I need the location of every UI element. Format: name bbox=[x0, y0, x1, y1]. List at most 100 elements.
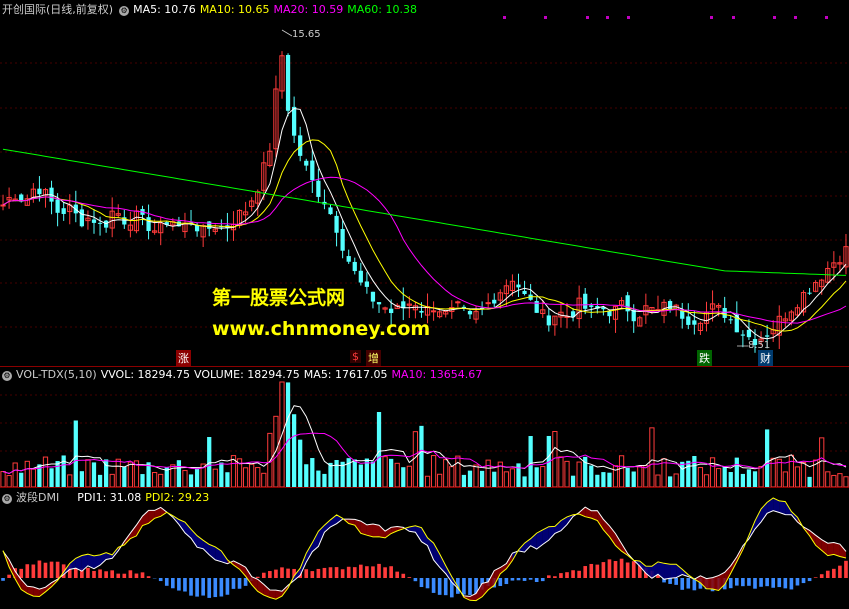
volume-bar-up bbox=[43, 457, 47, 487]
ma20-readout: MA20: 10.59 bbox=[274, 3, 344, 16]
volume-bar-up bbox=[250, 464, 254, 487]
settings-gear-icon[interactable]: ⚙ bbox=[119, 6, 129, 16]
settings-gear-icon[interactable]: ⚙ bbox=[2, 371, 12, 381]
candle-body-up bbox=[486, 303, 490, 304]
dmi-bar-down bbox=[523, 578, 527, 581]
dmi-bar-down bbox=[1, 578, 5, 581]
dmi-bar-up bbox=[395, 572, 399, 578]
dmi-fill bbox=[840, 544, 846, 558]
dmi-bar-up bbox=[341, 569, 345, 578]
tag-dollar[interactable]: $ bbox=[350, 350, 361, 363]
candle-body-down bbox=[353, 262, 357, 271]
dmi-bar-up bbox=[844, 561, 848, 578]
volume-panel[interactable]: ⚙VOL-TDX(5,10)VVOL: 18294.75VOLUME: 1829… bbox=[0, 366, 849, 487]
dmi-indicator[interactable] bbox=[0, 488, 849, 609]
dmi-bar-down bbox=[680, 578, 684, 590]
dmi-fill bbox=[373, 524, 379, 537]
volume-bar-up bbox=[1, 472, 5, 487]
volume-bar-down bbox=[692, 456, 696, 487]
volume-bar-up bbox=[31, 469, 35, 487]
candle-body-down bbox=[80, 209, 84, 226]
candle-body-down bbox=[55, 200, 59, 213]
dmi-bar-up bbox=[50, 562, 54, 578]
dmi-bar-up bbox=[820, 574, 824, 578]
volume-bar-down bbox=[492, 472, 496, 487]
dmi-bar-up bbox=[147, 576, 151, 578]
price-chart-panel[interactable]: 开创国际(日线,前复权)⚙MA5: 10.76MA10: 10.65MA20: … bbox=[0, 0, 849, 366]
dmi-bar-up bbox=[553, 576, 557, 578]
dmi-bar-down bbox=[541, 578, 545, 581]
volume-bar-down bbox=[571, 476, 575, 487]
dmi-bar-up bbox=[38, 561, 42, 578]
candle-body-down bbox=[741, 334, 745, 335]
dmi-bar-up bbox=[310, 571, 314, 578]
volume-readout: VOLUME: 18294.75 bbox=[194, 368, 300, 381]
dmi-bar-up bbox=[826, 571, 830, 578]
stock-title: 开创国际(日线,前复权) bbox=[2, 3, 113, 16]
candle-body-up bbox=[1, 205, 5, 206]
dmi-bar-down bbox=[414, 578, 418, 581]
dmi-bar-up bbox=[408, 577, 412, 578]
volume-bar-down bbox=[807, 477, 811, 487]
tag-zeng[interactable]: 增 bbox=[366, 350, 381, 366]
dmi-bar-up bbox=[25, 564, 29, 578]
volume-bar-up bbox=[262, 473, 266, 487]
dmi-bar-down bbox=[686, 578, 690, 589]
volume-bar-up bbox=[716, 469, 720, 487]
volume-bar-up bbox=[128, 462, 132, 487]
volume-bar-up bbox=[183, 471, 187, 487]
dmi-bar-down bbox=[159, 578, 163, 581]
dmi-bar-down bbox=[226, 578, 230, 595]
signal-dot bbox=[627, 16, 630, 19]
dmi-bar-down bbox=[232, 578, 236, 589]
dmi-bar-down bbox=[784, 578, 788, 588]
volume-bar-up bbox=[444, 460, 448, 487]
volume-bar-down bbox=[371, 462, 375, 487]
volume-bar-down bbox=[55, 461, 59, 487]
volume-bar-down bbox=[601, 472, 605, 487]
candle-body-down bbox=[686, 316, 690, 324]
volume-bar-down bbox=[535, 467, 539, 487]
watermark-title: 第一股票公式网 bbox=[212, 283, 345, 310]
volume-bar-up bbox=[838, 474, 842, 487]
dmi-panel[interactable]: ⚙波段DMIPDI1: 31.08PDI2: 29.23 bbox=[0, 487, 849, 609]
tag-zhang[interactable]: 涨 bbox=[176, 350, 191, 366]
volume-bar-up bbox=[759, 466, 763, 487]
volume-bar-up bbox=[650, 428, 654, 487]
dmi-bar-up bbox=[74, 568, 78, 578]
dmi-bar-down bbox=[529, 578, 533, 580]
dmi-bar-up bbox=[19, 569, 23, 578]
volume-bar-down bbox=[729, 472, 733, 487]
dmi-bar-up bbox=[44, 563, 48, 578]
volume-bar-down bbox=[328, 463, 332, 487]
dmi-bar-up bbox=[401, 574, 405, 578]
price-header: 开创国际(日线,前复权)⚙MA5: 10.76MA10: 10.65MA20: … bbox=[2, 1, 421, 17]
tag-die[interactable]: 跌 bbox=[697, 350, 712, 366]
dmi-bar-down bbox=[165, 578, 169, 586]
candle-body-down bbox=[328, 207, 332, 214]
volume-bar-down bbox=[219, 463, 223, 487]
candlestick-chart[interactable] bbox=[0, 0, 849, 366]
dmi-fill bbox=[664, 563, 670, 579]
volume-bar-up bbox=[456, 456, 460, 487]
dmi-bar-up bbox=[268, 571, 272, 578]
signal-dot bbox=[710, 16, 713, 19]
dmi-bar-up bbox=[632, 561, 636, 578]
volume-bars[interactable] bbox=[0, 367, 849, 487]
settings-gear-icon[interactable]: ⚙ bbox=[2, 494, 12, 504]
volume-bar-up bbox=[559, 457, 563, 487]
dmi-fill bbox=[670, 564, 676, 578]
volume-bar-up bbox=[159, 474, 163, 487]
volume-bar-down bbox=[468, 471, 472, 487]
dmi-bar-up bbox=[383, 567, 387, 578]
volume-bar-down bbox=[49, 468, 53, 487]
volume-bar-up bbox=[644, 466, 648, 487]
candle-body-down bbox=[747, 330, 751, 337]
volume-bar-up bbox=[783, 472, 787, 487]
dmi-bar-up bbox=[32, 565, 36, 578]
volume-bar-down bbox=[607, 473, 611, 487]
tag-cai[interactable]: 财 bbox=[758, 350, 773, 366]
volume-bar-up bbox=[256, 468, 260, 487]
dmi-fill bbox=[379, 525, 385, 538]
signal-dot bbox=[773, 16, 776, 19]
